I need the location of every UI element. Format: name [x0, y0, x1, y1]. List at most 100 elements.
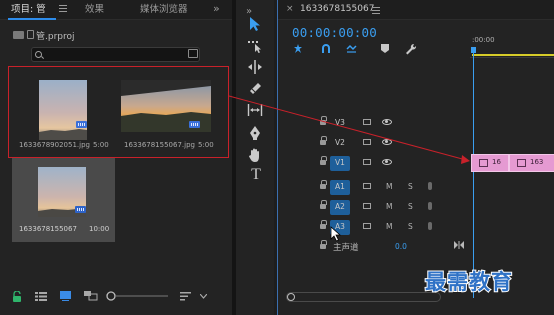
- solo-toggle[interactable]: S: [408, 182, 413, 191]
- watermark-logo: 最需教育: [424, 268, 513, 295]
- clip-duration: 5:00: [198, 141, 214, 149]
- sequence-thumbnail-item[interactable]: 1633678155067 10:00: [12, 158, 115, 242]
- mouse-cursor-icon: [330, 226, 342, 242]
- track-header-a1[interactable]: A1 M S: [278, 178, 470, 197]
- track-name: V1: [335, 158, 345, 167]
- sort-icon[interactable]: [180, 292, 191, 301]
- track-name: A1: [335, 182, 345, 191]
- tab-media-browser[interactable]: 媒体浏览器: [140, 3, 188, 16]
- panel-menu-icon[interactable]: [372, 7, 380, 16]
- eye-icon[interactable]: [382, 159, 392, 165]
- sequence-tab[interactable]: 1633678155067: [300, 4, 374, 14]
- track-lock-icon[interactable]: [320, 240, 327, 250]
- tab-project[interactable]: 项目: 管: [11, 3, 46, 16]
- work-area-bar[interactable]: [472, 54, 554, 56]
- wrench-icon[interactable]: [405, 43, 417, 55]
- slip-icon[interactable]: [247, 102, 263, 118]
- snap-icon[interactable]: [321, 44, 331, 54]
- scrollbar-handle[interactable]: [287, 293, 295, 301]
- track-name: V2: [335, 138, 345, 147]
- mic-icon[interactable]: [428, 182, 432, 190]
- clip-thumbnail: [39, 80, 87, 140]
- clip-thumbnail-item[interactable]: 1633678155067.jpg 5:00: [115, 70, 225, 154]
- track-header-v1[interactable]: V1: [278, 154, 470, 173]
- tab-effects[interactable]: 效果: [85, 3, 104, 16]
- selection-tool-icon[interactable]: [247, 16, 263, 32]
- track-header-master[interactable]: 主声道 0.0: [278, 238, 470, 257]
- sync-lock-icon[interactable]: [363, 159, 371, 165]
- hand-icon[interactable]: [247, 147, 263, 163]
- playhead-line: [473, 50, 474, 298]
- mute-toggle[interactable]: M: [386, 202, 392, 211]
- project-tabbar: 项目: 管 效果 媒体浏览器 »: [0, 0, 232, 20]
- track-lock-icon[interactable]: [320, 136, 327, 146]
- clip-duration: 5:00: [93, 141, 109, 149]
- track-header-a3[interactable]: A3 M S: [278, 218, 470, 237]
- freeform-view-icon[interactable]: [84, 291, 98, 301]
- track-name: A2: [335, 202, 345, 211]
- linked-selection-icon[interactable]: [346, 44, 357, 54]
- clip-duration: 10:00: [89, 225, 110, 233]
- close-icon[interactable]: ×: [286, 4, 294, 14]
- clip-label: 163: [530, 158, 544, 166]
- sync-lock-icon[interactable]: [363, 119, 371, 125]
- track-lock-icon[interactable]: [320, 200, 327, 210]
- track-name: V3: [335, 118, 345, 127]
- ripple-edit-icon[interactable]: [247, 59, 263, 75]
- add-marker-icon[interactable]: [381, 44, 389, 54]
- mute-toggle[interactable]: M: [386, 222, 392, 231]
- video-badge-icon: [76, 121, 87, 128]
- track-lock-icon[interactable]: [320, 180, 327, 190]
- track-lock-icon[interactable]: [320, 116, 327, 126]
- list-view-icon[interactable]: [35, 292, 47, 301]
- playhead-timecode[interactable]: 00:00:00:00: [292, 25, 377, 40]
- mic-icon[interactable]: [428, 202, 432, 210]
- track-select-icon[interactable]: [247, 38, 263, 54]
- snap-nest-icon[interactable]: [293, 44, 303, 54]
- new-search-bin-icon[interactable]: [188, 49, 198, 58]
- go-to-end-icon[interactable]: [454, 241, 464, 249]
- mute-toggle[interactable]: M: [386, 182, 392, 191]
- solo-toggle[interactable]: S: [408, 202, 413, 211]
- mic-icon[interactable]: [428, 222, 432, 230]
- eye-icon[interactable]: [382, 139, 392, 145]
- track-header-v2[interactable]: V2: [278, 134, 470, 153]
- track-lock-icon[interactable]: [320, 220, 327, 230]
- solo-toggle[interactable]: S: [408, 222, 413, 231]
- track-lock-icon[interactable]: [320, 156, 327, 166]
- master-volume-value[interactable]: 0.0: [395, 242, 407, 251]
- track-header-v3[interactable]: V3: [278, 114, 470, 133]
- search-icon: [35, 51, 42, 58]
- clip-label: 16: [492, 158, 501, 166]
- clip-fx-icon: [517, 159, 526, 167]
- project-file-icon: [27, 30, 34, 39]
- pen-icon[interactable]: [247, 125, 263, 141]
- timeline-clip[interactable]: 163: [509, 154, 554, 172]
- clip-fx-icon: [479, 159, 488, 167]
- chevron-down-icon[interactable]: [200, 294, 207, 299]
- more-panels-icon[interactable]: »: [213, 2, 220, 15]
- sync-lock-icon[interactable]: [363, 203, 371, 209]
- project-file-name: 管.prproj: [36, 32, 75, 42]
- timeline-zoom-scrollbar[interactable]: [286, 292, 441, 302]
- clip-name: 1633678902051.jpg: [19, 141, 90, 149]
- panel-menu-icon[interactable]: [59, 5, 67, 13]
- project-panel: 项目: 管 效果 媒体浏览器 » 管.prproj 1633678902051.…: [0, 0, 232, 315]
- sync-lock-icon[interactable]: [363, 223, 371, 229]
- sync-lock-icon[interactable]: [363, 183, 371, 189]
- sync-lock-icon[interactable]: [363, 139, 371, 145]
- search-input[interactable]: [31, 47, 200, 62]
- zoom-slider[interactable]: [106, 291, 170, 301]
- master-track-label: 主声道: [333, 243, 359, 253]
- razor-icon[interactable]: [247, 80, 263, 96]
- clip-thumbnail-item[interactable]: 1633678902051.jpg 5:00: [12, 70, 112, 154]
- timeline-clip[interactable]: 16: [471, 154, 509, 172]
- type-icon[interactable]: T: [248, 167, 264, 183]
- eye-icon[interactable]: [382, 119, 392, 125]
- track-header-a2[interactable]: A2 M S: [278, 198, 470, 217]
- clip-name: 1633678155067.jpg: [124, 141, 195, 149]
- icon-view-icon[interactable]: [60, 291, 71, 301]
- ruler-timecode-label: :00:00: [472, 36, 495, 44]
- lock-icon[interactable]: [12, 291, 22, 302]
- sunset-image: [39, 80, 87, 140]
